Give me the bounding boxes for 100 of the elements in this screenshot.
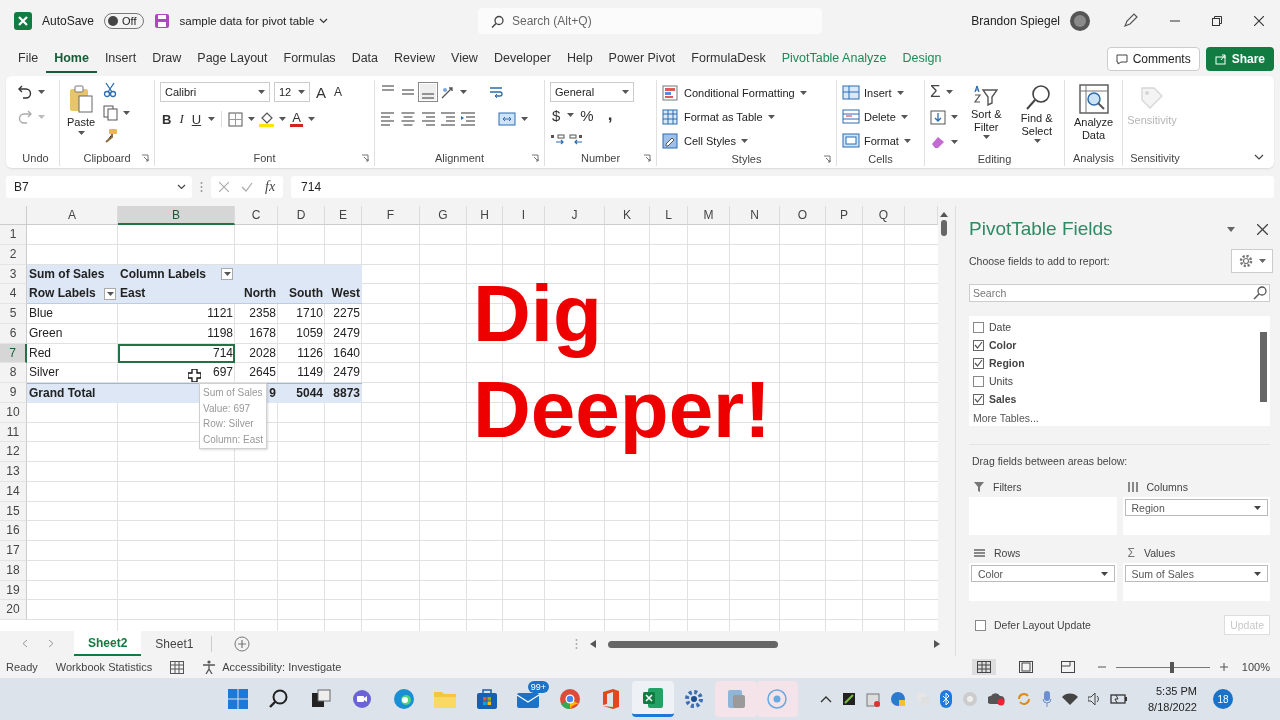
caret-icon[interactable] bbox=[900, 114, 908, 119]
checkbox[interactable] bbox=[973, 321, 984, 333]
field-label[interactable]: Units bbox=[989, 375, 1013, 387]
checkbox[interactable] bbox=[973, 393, 984, 405]
start-icon[interactable] bbox=[227, 689, 248, 709]
settings-button[interactable] bbox=[1231, 249, 1273, 273]
caret-icon[interactable] bbox=[567, 113, 575, 117]
column-header[interactable]: G bbox=[420, 206, 467, 225]
chat-icon[interactable] bbox=[351, 689, 374, 709]
caret-icon[interactable] bbox=[799, 90, 807, 95]
file-name-button[interactable]: sample data for pivot table bbox=[179, 15, 329, 27]
chevron-up-icon[interactable] bbox=[820, 695, 832, 703]
column-header[interactable]: K bbox=[605, 206, 650, 225]
area-field-dropdown[interactable]: Color bbox=[971, 565, 1115, 582]
speaker-icon[interactable] bbox=[1088, 693, 1100, 705]
menu-tab[interactable]: FormulaDesk bbox=[683, 45, 774, 73]
menu-tab[interactable]: Insert bbox=[96, 45, 145, 73]
pen-icon[interactable] bbox=[1122, 13, 1138, 29]
row-header[interactable]: 12 bbox=[0, 442, 27, 462]
sheet-tab[interactable]: Sheet1 bbox=[141, 631, 208, 656]
column-header[interactable]: E bbox=[325, 206, 362, 225]
undo-icon[interactable] bbox=[17, 84, 33, 100]
search-icon[interactable] bbox=[269, 689, 290, 709]
filter-button[interactable] bbox=[221, 268, 233, 281]
menu-tab[interactable]: Home bbox=[46, 45, 97, 73]
battery-icon[interactable] bbox=[1110, 693, 1128, 705]
zoom-level[interactable]: 100% bbox=[1241, 661, 1270, 673]
menu-tab[interactable]: Page Layout bbox=[189, 45, 276, 73]
chip-icon[interactable] bbox=[842, 692, 856, 706]
menu-tab[interactable]: Formulas bbox=[275, 45, 344, 73]
excel-icon[interactable] bbox=[641, 686, 664, 709]
accessibility-status[interactable]: Accessibility: Investigate bbox=[222, 661, 342, 673]
caret-icon[interactable] bbox=[123, 111, 131, 115]
add-sheet-icon[interactable] bbox=[234, 635, 251, 652]
indent-decrease-icon[interactable] bbox=[440, 111, 456, 127]
field-label[interactable]: Color bbox=[989, 339, 1017, 351]
scissors-icon[interactable] bbox=[103, 82, 118, 98]
analyze-data-button[interactable]: Analyze Data bbox=[1070, 82, 1117, 144]
accessibility-icon[interactable] bbox=[202, 660, 217, 674]
dialog-launcher-icon[interactable] bbox=[823, 155, 831, 163]
column-header[interactable]: M bbox=[688, 206, 730, 225]
drop-area[interactable]: Sum of Sales bbox=[1122, 563, 1270, 601]
italic-button[interactable]: I bbox=[177, 111, 186, 127]
column-header[interactable]: C bbox=[235, 206, 278, 225]
ribbon-button[interactable]: Cell Styles bbox=[662, 130, 807, 151]
row-header[interactable]: 20 bbox=[0, 600, 27, 620]
ribbon-button[interactable]: Insert bbox=[842, 82, 911, 103]
caret-icon[interactable] bbox=[983, 135, 991, 140]
filter-button[interactable] bbox=[104, 287, 116, 300]
menu-tab[interactable]: View bbox=[443, 45, 486, 73]
restore-icon[interactable] bbox=[1212, 16, 1222, 26]
field-label[interactable]: Region bbox=[989, 357, 1025, 369]
caret-icon[interactable] bbox=[951, 115, 958, 119]
close-icon[interactable] bbox=[1257, 223, 1268, 235]
clock-date[interactable]: 8/18/2022 bbox=[1148, 699, 1197, 715]
ribbon-button[interactable]: Conditional Formatting bbox=[662, 82, 807, 103]
statistics-icon[interactable] bbox=[170, 660, 185, 674]
scroll-left-icon[interactable] bbox=[590, 639, 596, 648]
menu-tab[interactable]: Power Pivot bbox=[600, 45, 684, 73]
caret-icon[interactable] bbox=[38, 90, 45, 94]
settings-icon[interactable] bbox=[683, 688, 706, 710]
row-header[interactable]: 1 bbox=[0, 225, 27, 245]
zoom-slider-thumb[interactable] bbox=[1170, 661, 1175, 673]
font-color-button[interactable]: A bbox=[290, 111, 303, 127]
paste-button[interactable]: Paste bbox=[65, 82, 98, 137]
menu-tab[interactable]: PivotTable Analyze bbox=[773, 45, 895, 73]
column-header[interactable]: O bbox=[780, 206, 826, 225]
increase-decimal-icon[interactable] bbox=[550, 133, 565, 147]
dialog-launcher-icon[interactable] bbox=[361, 154, 369, 162]
save-icon[interactable] bbox=[153, 13, 170, 29]
caret-icon[interactable] bbox=[945, 90, 953, 94]
row-header[interactable]: 9 bbox=[0, 383, 27, 403]
search-field[interactable]: Search (Alt+Q) bbox=[478, 8, 822, 34]
scroll-right-icon[interactable] bbox=[934, 639, 940, 648]
copy-icon[interactable] bbox=[103, 105, 119, 121]
browser-icon[interactable] bbox=[392, 688, 415, 710]
merge-icon[interactable] bbox=[498, 111, 516, 127]
menu-tab[interactable]: Design bbox=[894, 45, 950, 73]
dialog-launcher-icon[interactable] bbox=[531, 154, 539, 162]
menu-tab[interactable]: Developer bbox=[485, 45, 559, 73]
workbook-statistics-link[interactable]: Workbook Statistics bbox=[55, 661, 153, 673]
caret-icon[interactable] bbox=[1259, 259, 1266, 263]
caret-icon[interactable] bbox=[307, 117, 315, 121]
caret-icon[interactable] bbox=[1100, 571, 1108, 576]
menu-tab[interactable]: Review bbox=[386, 45, 444, 73]
caret-icon[interactable] bbox=[279, 117, 287, 121]
percent-button[interactable]: % bbox=[578, 106, 596, 124]
column-header[interactable]: P bbox=[826, 206, 863, 225]
caret-icon[interactable] bbox=[767, 114, 775, 119]
name-box[interactable]: B7 bbox=[6, 176, 192, 198]
caret-icon[interactable] bbox=[78, 130, 86, 135]
fill-color-icon[interactable] bbox=[259, 111, 275, 127]
menu-tab[interactable]: Data bbox=[343, 45, 387, 73]
align-center-icon[interactable] bbox=[400, 111, 416, 127]
row-header[interactable]: 17 bbox=[0, 541, 27, 561]
zoom-in-icon[interactable] bbox=[1219, 663, 1228, 671]
comments-button[interactable]: Comments bbox=[1106, 47, 1200, 71]
caret-icon[interactable] bbox=[951, 140, 958, 144]
column-header[interactable]: J bbox=[545, 206, 605, 225]
comma-style-button[interactable]: , bbox=[605, 105, 615, 125]
